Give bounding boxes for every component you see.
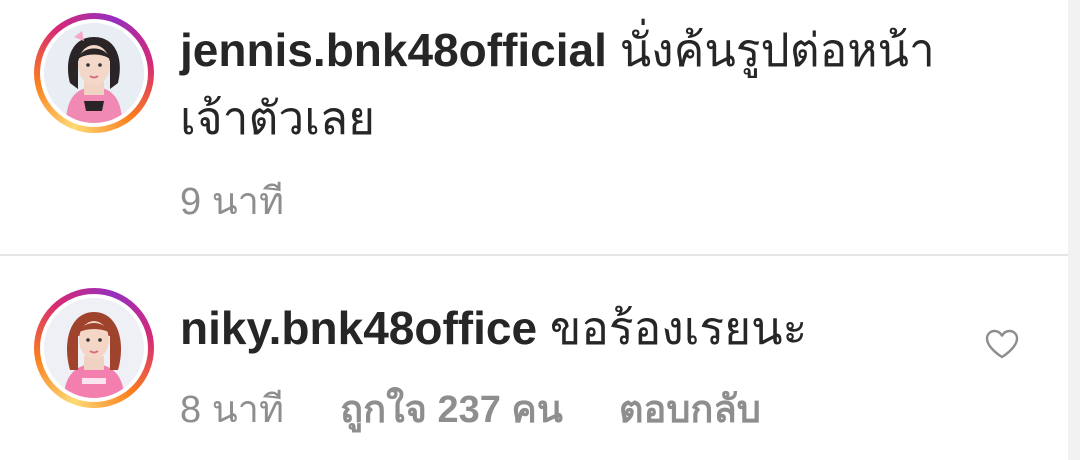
comment-time: 8 นาที bbox=[180, 389, 285, 431]
likes-count-button[interactable]: ถูกใจ 237 คน bbox=[340, 378, 563, 439]
comment-text-block: jennis.bnk48official นั่งค้นรูปต่อหน้าเจ… bbox=[180, 16, 1000, 152]
comment-meta: 8 นาที ถูกใจ 237 คน ตอบกลับ bbox=[180, 378, 761, 439]
avatar-story-ring[interactable] bbox=[34, 288, 154, 408]
avatar-story-ring[interactable] bbox=[34, 13, 154, 133]
avatar bbox=[44, 23, 144, 123]
comment-meta: 9 นาที bbox=[180, 170, 284, 231]
comment-item: jennis.bnk48official นั่งค้นรูปต่อหน้าเจ… bbox=[0, 0, 1068, 254]
comment-time: 9 นาที bbox=[180, 181, 285, 223]
avatar bbox=[44, 298, 144, 398]
comment-text-block: niky.bnk48office ขอร้องเรยนะ bbox=[180, 294, 940, 362]
avatar-photo-icon bbox=[44, 23, 144, 123]
comment-username[interactable]: jennis.bnk48official bbox=[180, 24, 607, 76]
comment-text: ขอร้องเรยนะ bbox=[549, 302, 808, 354]
comment-item: niky.bnk48office ขอร้องเรยนะ 8 นาที ถูกใจ… bbox=[0, 256, 1068, 460]
scroll-edge bbox=[1068, 0, 1080, 460]
avatar-photo-icon bbox=[44, 298, 144, 398]
comment-username[interactable]: niky.bnk48office bbox=[180, 302, 537, 354]
heart-outline-icon[interactable] bbox=[984, 328, 1020, 360]
reply-button[interactable]: ตอบกลับ bbox=[619, 378, 761, 439]
